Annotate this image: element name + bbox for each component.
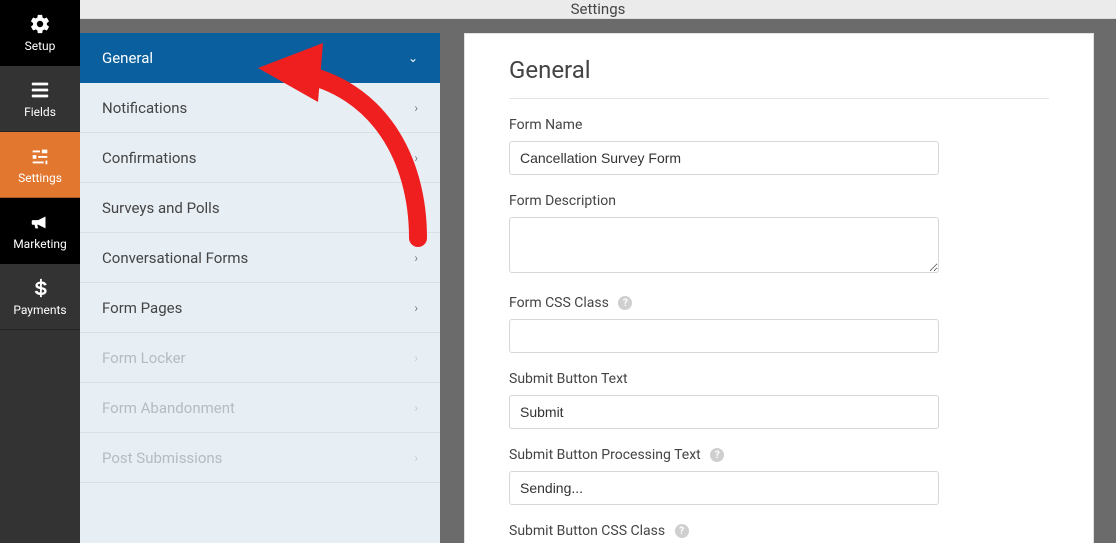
rail-label-settings: Settings xyxy=(18,171,62,185)
label-text: Submit Button Processing Text xyxy=(509,447,701,463)
field-form-name: Form Name xyxy=(509,117,1049,175)
help-icon[interactable]: ? xyxy=(618,296,632,310)
subnav-item-general[interactable]: General ⌄ xyxy=(80,33,440,83)
help-icon[interactable]: ? xyxy=(675,524,689,538)
subnav-label: Form Pages xyxy=(102,299,182,317)
left-rail: Setup Fields Settings Marketing Payments xyxy=(0,0,80,543)
subnav-item-form-locker[interactable]: Form Locker › xyxy=(80,333,440,383)
subnav-item-form-abandonment[interactable]: Form Abandonment › xyxy=(80,383,440,433)
subnav-label: General xyxy=(102,49,153,67)
field-submit-text: Submit Button Text xyxy=(509,371,1049,429)
sliders-icon xyxy=(29,145,51,167)
input-submit-text[interactable] xyxy=(509,395,939,429)
chevron-right-icon: › xyxy=(414,451,418,465)
field-submit-css-class: Submit Button CSS Class ? xyxy=(509,523,1049,543)
gear-icon xyxy=(29,13,51,35)
topbar: Settings xyxy=(80,0,1116,19)
rail-item-marketing[interactable]: Marketing xyxy=(0,198,80,264)
main-area: Settings General ⌄ Notifications › Confi… xyxy=(80,0,1116,543)
chevron-right-icon: › xyxy=(414,251,418,265)
subnav-item-post-submissions[interactable]: Post Submissions › xyxy=(80,433,440,483)
label-text: Form CSS Class xyxy=(509,295,609,311)
app-root: Setup Fields Settings Marketing Payments xyxy=(0,0,1116,543)
chevron-down-icon: ⌄ xyxy=(408,51,418,65)
subnav-item-surveys[interactable]: Surveys and Polls › xyxy=(80,183,440,233)
label-form-name: Form Name xyxy=(509,117,1049,133)
subnav-label: Post Submissions xyxy=(102,449,222,467)
panel-heading: General xyxy=(509,56,1049,99)
chevron-right-icon: › xyxy=(414,151,418,165)
column-gap xyxy=(440,19,464,543)
subnav-label: Confirmations xyxy=(102,149,196,167)
rail-item-fields[interactable]: Fields xyxy=(0,66,80,132)
label-form-description: Form Description xyxy=(509,193,1049,209)
subnav-label: Form Abandonment xyxy=(102,399,235,417)
chevron-right-icon: › xyxy=(414,201,418,215)
chevron-right-icon: › xyxy=(414,351,418,365)
subnav-item-notifications[interactable]: Notifications › xyxy=(80,83,440,133)
subnav-item-conversational[interactable]: Conversational Forms › xyxy=(80,233,440,283)
chevron-right-icon: › xyxy=(414,301,418,315)
label-submit-css-class: Submit Button CSS Class ? xyxy=(509,523,1049,539)
label-submit-processing: Submit Button Processing Text ? xyxy=(509,447,1049,463)
general-panel: General Form Name Form Description Form … xyxy=(464,33,1094,543)
dollar-icon xyxy=(29,277,51,299)
bullhorn-icon xyxy=(29,211,51,233)
subnav-item-form-pages[interactable]: Form Pages › xyxy=(80,283,440,333)
field-form-description: Form Description xyxy=(509,193,1049,277)
chevron-right-icon: › xyxy=(414,101,418,115)
chevron-right-icon: › xyxy=(414,401,418,415)
subnav-item-confirmations[interactable]: Confirmations › xyxy=(80,133,440,183)
topbar-title: Settings xyxy=(571,0,626,18)
rail-item-payments[interactable]: Payments xyxy=(0,264,80,330)
field-submit-processing: Submit Button Processing Text ? xyxy=(509,447,1049,505)
list-icon xyxy=(29,79,51,101)
rail-label-marketing: Marketing xyxy=(13,237,67,251)
rail-item-setup[interactable]: Setup xyxy=(0,0,80,66)
subnav-label: Form Locker xyxy=(102,349,186,367)
rail-label-setup: Setup xyxy=(25,39,56,53)
content-row: General ⌄ Notifications › Confirmations … xyxy=(80,19,1116,543)
help-icon[interactable]: ? xyxy=(710,448,724,462)
label-submit-text: Submit Button Text xyxy=(509,371,1049,387)
rail-item-settings[interactable]: Settings xyxy=(0,132,80,198)
input-form-css-class[interactable] xyxy=(509,319,939,353)
input-submit-processing[interactable] xyxy=(509,471,939,505)
rail-label-payments: Payments xyxy=(13,303,66,317)
field-form-css-class: Form CSS Class ? xyxy=(509,295,1049,353)
label-text: Submit Button CSS Class xyxy=(509,523,665,539)
label-form-css-class: Form CSS Class ? xyxy=(509,295,1049,311)
subnav-label: Surveys and Polls xyxy=(102,199,220,217)
subnav-label: Conversational Forms xyxy=(102,249,248,267)
settings-subnav: General ⌄ Notifications › Confirmations … xyxy=(80,33,440,543)
input-form-name[interactable] xyxy=(509,141,939,175)
rail-label-fields: Fields xyxy=(24,105,56,119)
input-form-description[interactable] xyxy=(509,217,939,273)
subnav-label: Notifications xyxy=(102,99,187,117)
